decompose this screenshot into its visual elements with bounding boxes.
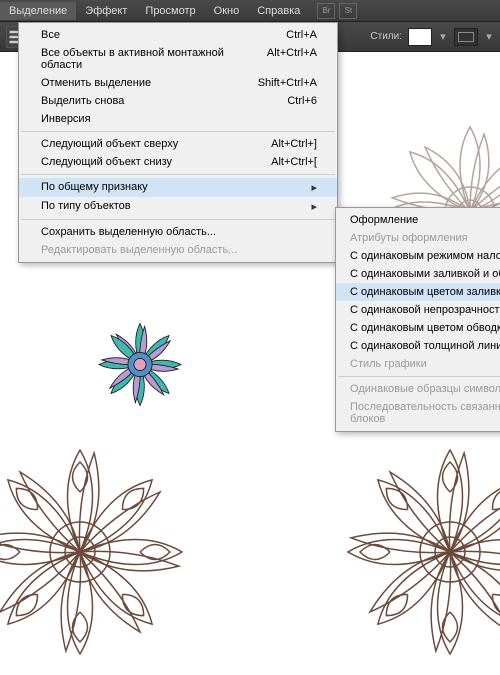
submenu-item: Атрибуты оформления: [336, 229, 500, 247]
submenu-item[interactable]: С одинаковым цветом заливки: [336, 283, 500, 301]
same-attribute-submenu: Оформление Атрибуты оформления С одинаковы…: [335, 207, 500, 432]
artwork-mandala-colored: [30, 317, 250, 412]
item-label: Оформление: [350, 214, 418, 226]
menu-selection[interactable]: Выделение: [0, 2, 76, 20]
item-label: С одинаковым цветом заливки: [350, 286, 500, 298]
submenu-item[interactable]: С одинаковой непрозрачностью: [336, 301, 500, 319]
menu-effect[interactable]: Эффект: [76, 2, 136, 20]
dropdown-item[interactable]: Отменить выделение Shift+Ctrl+A: [19, 74, 337, 92]
item-label: С одинаковым режимом наложения: [350, 250, 500, 262]
stroke-swatch[interactable]: [454, 28, 478, 46]
app-switcher: Br St: [317, 3, 357, 19]
dropdown-item[interactable]: По общему признаку ▸: [19, 178, 337, 197]
artwork-mandala-bottom-left: [0, 432, 200, 672]
item-label: Следующий объект снизу: [41, 156, 172, 168]
item-label: Инверсия: [41, 113, 91, 125]
dropdown-item[interactable]: По типу объектов ▸: [19, 197, 337, 216]
menu-help[interactable]: Справка: [248, 2, 309, 20]
menu-separator: [21, 131, 335, 132]
stock-icon[interactable]: St: [339, 3, 357, 19]
menu-window[interactable]: Окно: [205, 2, 249, 20]
dropdown-item: Редактировать выделенную область...: [19, 241, 337, 259]
menu-separator: [338, 376, 500, 377]
menu-separator: [21, 219, 335, 220]
submenu-item[interactable]: С одинаковыми заливкой и обводкой: [336, 265, 500, 283]
dropdown-item[interactable]: Все объекты в активной монтажной области…: [19, 44, 337, 74]
bridge-icon[interactable]: Br: [317, 3, 335, 19]
dropdown-item[interactable]: Инверсия: [19, 110, 337, 128]
item-shortcut: Ctrl+6: [287, 95, 317, 107]
menubar: Выделение Эффект Просмотр Окно Справка B…: [0, 0, 500, 22]
item-label: По типу объектов: [41, 200, 131, 213]
stroke-dropdown-icon[interactable]: ▾: [484, 32, 494, 42]
menu-view[interactable]: Просмотр: [136, 2, 204, 20]
item-label: С одинаковой непрозрачностью: [350, 304, 500, 316]
item-label: Сохранить выделенную область...: [41, 226, 216, 238]
item-label: Редактировать выделенную область...: [41, 244, 237, 256]
item-label: Выделить снова: [41, 95, 124, 107]
submenu-item: Последовательность связанных блоков: [336, 398, 500, 428]
item-label: Последовательность связанных блоков: [350, 401, 500, 425]
selection-dropdown: Все Ctrl+A Все объекты в активной монтажно…: [18, 22, 338, 263]
submenu-arrow-icon: ▸: [311, 200, 317, 213]
item-label: Все: [41, 29, 60, 41]
item-label: Отменить выделение: [41, 77, 151, 89]
fill-swatch[interactable]: [408, 28, 432, 46]
dropdown-item[interactable]: Следующий объект снизу Alt+Ctrl+[: [19, 153, 337, 171]
menu-separator: [21, 174, 335, 175]
submenu-arrow-icon: ▸: [311, 181, 317, 194]
item-shortcut: Alt+Ctrl+A: [267, 47, 317, 71]
item-label: Все объекты в активной монтажной области: [41, 47, 267, 71]
item-shortcut: Alt+Ctrl+[: [271, 156, 317, 168]
item-shortcut: Shift+Ctrl+A: [258, 77, 317, 89]
submenu-item[interactable]: С одинаковой толщиной линий: [336, 337, 500, 355]
item-shortcut: Alt+Ctrl+]: [271, 138, 317, 150]
item-label: С одинаковой толщиной линий: [350, 340, 500, 352]
artwork-mandala-bottom-right: [330, 432, 500, 672]
submenu-item[interactable]: Оформление: [336, 211, 500, 229]
item-label: Атрибуты оформления: [350, 232, 468, 244]
submenu-item[interactable]: С одинаковым режимом наложения: [336, 247, 500, 265]
submenu-item: Одинаковые образцы символа: [336, 380, 500, 398]
submenu-item[interactable]: С одинаковым цветом обводки: [336, 319, 500, 337]
styles-label: Стили:: [370, 31, 402, 42]
item-shortcut: Ctrl+A: [286, 29, 317, 41]
dropdown-item[interactable]: Выделить снова Ctrl+6: [19, 92, 337, 110]
item-label: С одинаковыми заливкой и обводкой: [350, 268, 500, 280]
dropdown-item[interactable]: Следующий объект сверху Alt+Ctrl+]: [19, 135, 337, 153]
item-label: С одинаковым цветом обводки: [350, 322, 500, 334]
item-label: Следующий объект сверху: [41, 138, 178, 150]
item-label: Одинаковые образцы символа: [350, 383, 500, 395]
fill-dropdown-icon[interactable]: ▾: [438, 32, 448, 42]
dropdown-item[interactable]: Все Ctrl+A: [19, 26, 337, 44]
submenu-item: Стиль графики: [336, 355, 500, 373]
item-label: По общему признаку: [41, 181, 148, 194]
item-label: Стиль графики: [350, 358, 427, 370]
dropdown-item[interactable]: Сохранить выделенную область...: [19, 223, 337, 241]
